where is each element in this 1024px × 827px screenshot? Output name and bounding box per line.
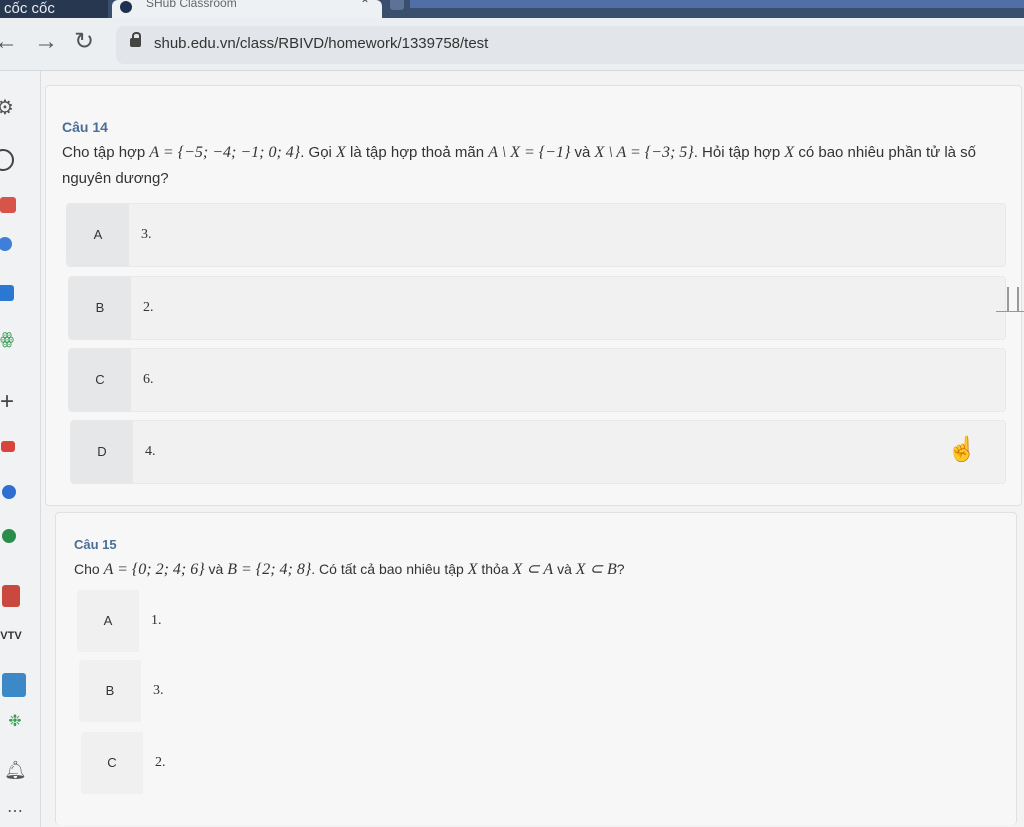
answer-option-c[interactable]: C 6.	[68, 348, 1006, 412]
text-part: Cho tập hợp	[62, 144, 150, 161]
option-value: 2.	[155, 755, 166, 770]
text-part: . Gọi	[300, 144, 337, 161]
url-text: shub.edu.vn/class/RBIVD/homework/1339758…	[154, 35, 489, 52]
tab-chevron-icon[interactable]: ⌃	[360, 0, 370, 11]
question-title: Câu 15	[74, 537, 117, 552]
question-card-14: Câu 14 Cho tập hợp A = {−5; −4; −1; 0; 4…	[45, 85, 1022, 506]
shopping-icon[interactable]	[0, 197, 16, 213]
math-expression: A \ X = {−1}	[488, 144, 571, 161]
question-card-15: Câu 15 Cho A = {0; 2; 4; 6} và B = {2; 4…	[55, 512, 1017, 825]
tab-strip-accent	[410, 0, 1024, 8]
text-part: là tập hợp thoả mãn	[345, 144, 489, 161]
back-arrow-icon[interactable]: ←	[0, 28, 18, 56]
text-part: . Hỏi tập hợp	[693, 144, 785, 161]
math-expression: A = {0; 2; 4; 6}	[103, 561, 205, 578]
math-expression: X	[336, 144, 346, 161]
address-bar[interactable]: shub.edu.vn/class/RBIVD/homework/1339758…	[116, 26, 1024, 64]
tab-strip: cốc cốc SHub Classroom ⌃	[0, 0, 1024, 18]
facebook-icon[interactable]	[2, 485, 16, 499]
option-value: 3.	[141, 227, 152, 242]
sale-icon[interactable]	[2, 673, 26, 697]
math-expression: X	[784, 144, 795, 161]
option-value: 4.	[145, 444, 156, 459]
question-text: Cho tập hợp A = {−5; −4; −1; 0; 4}. Gọi …	[62, 140, 1002, 192]
scrollbar-handle[interactable]	[1007, 287, 1019, 311]
browser-brand: cốc cốc	[0, 0, 108, 18]
browser-tab[interactable]: SHub Classroom ⌃	[112, 0, 382, 18]
scrollbar-track	[996, 311, 1024, 312]
gear-icon[interactable]: ⚙	[0, 97, 16, 119]
option-value: 6.	[143, 372, 154, 387]
shub-favicon-icon	[120, 1, 132, 13]
math-expression: B = {2; 4; 8}	[227, 561, 312, 578]
text-part: và	[553, 561, 576, 577]
add-icon[interactable]: +	[0, 390, 18, 414]
forward-arrow-icon[interactable]: →	[34, 28, 58, 56]
extension-icon[interactable]	[2, 529, 16, 543]
option-label: B	[79, 660, 141, 722]
reload-icon[interactable]: ↻	[74, 28, 94, 56]
option-value: 1.	[151, 613, 162, 628]
more-icon[interactable]: ⋯	[4, 801, 26, 823]
page-content: Câu 14 Cho tập hợp A = {−5; −4; −1; 0; 4…	[41, 71, 1024, 827]
math-expression: X \ A = {−3; 5}	[594, 144, 694, 161]
zalo-icon[interactable]	[0, 285, 14, 301]
answer-option-c[interactable]: C 2.	[80, 731, 982, 795]
vtv-icon[interactable]: VTV	[0, 625, 22, 647]
question-title: Câu 14	[62, 119, 108, 135]
games-icon[interactable]: ꙮ	[0, 329, 18, 351]
tab-title: SHub Classroom	[146, 0, 237, 10]
option-value: 2.	[143, 300, 154, 315]
answer-option-d[interactable]: D 4.	[70, 420, 1006, 484]
text-part: và	[204, 561, 228, 577]
youtube-icon[interactable]	[1, 441, 15, 452]
answer-option-b[interactable]: B 3.	[78, 659, 980, 723]
text-part: thỏa	[477, 561, 513, 577]
bell-icon[interactable]: 🔔︎	[4, 759, 27, 781]
option-label: B	[69, 277, 131, 339]
browser-toolbar: ← → ↻ shub.edu.vn/class/RBIVD/homework/1…	[0, 18, 1024, 71]
text-part: Cho	[74, 561, 104, 577]
math-expression: X ⊂ B	[575, 561, 617, 578]
text-part: ?	[616, 561, 625, 577]
puzzle-icon[interactable]: ❉	[4, 711, 26, 733]
text-part: . Có tất cả bao nhiêu tập	[311, 561, 468, 577]
calendar-icon[interactable]	[2, 585, 20, 607]
messenger-icon[interactable]	[0, 237, 12, 251]
new-tab-button[interactable]	[390, 0, 404, 10]
hand-pointer-icon: ☝	[947, 436, 977, 463]
lock-icon	[130, 32, 141, 47]
text-part: và	[570, 144, 595, 161]
option-label: C	[69, 349, 131, 411]
option-label: A	[67, 204, 129, 266]
math-expression: X ⊂ A	[512, 561, 554, 578]
option-label: D	[71, 421, 133, 483]
math-expression: A = {−5; −4; −1; 0; 4}	[149, 144, 301, 161]
question-text: Cho A = {0; 2; 4; 6} và B = {2; 4; 8}. C…	[74, 556, 994, 583]
answer-option-a[interactable]: A 3.	[66, 203, 1006, 267]
option-value: 3.	[153, 683, 164, 698]
answer-option-a[interactable]: A 1.	[76, 589, 978, 653]
option-label: C	[81, 732, 143, 794]
history-clock-icon[interactable]	[0, 149, 14, 171]
browser-sidebar: ⚙ ꙮ + VTV ❉ 🔔︎ ⋯	[0, 71, 41, 827]
option-label: A	[77, 590, 139, 652]
answer-option-b[interactable]: B 2.	[68, 276, 1006, 340]
